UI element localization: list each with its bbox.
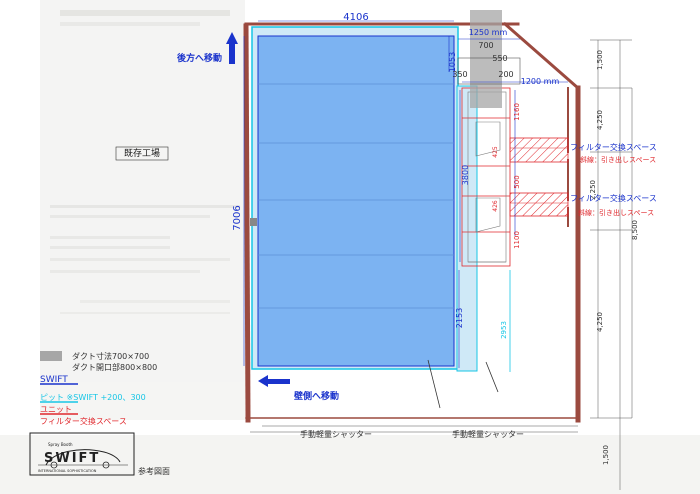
footer-area bbox=[0, 435, 700, 494]
dim-r1500-bottom: 1,500 bbox=[602, 445, 610, 465]
booth-marker bbox=[250, 218, 257, 226]
dim-r1500-top: 1,500 bbox=[596, 50, 604, 70]
dim-200: 200 bbox=[498, 70, 513, 79]
dim-top-width: 4106 bbox=[343, 12, 368, 23]
dim-2153: 2153 bbox=[455, 308, 464, 328]
dim-500: 500 bbox=[513, 175, 521, 188]
dim-426: 426 bbox=[492, 200, 499, 212]
shutter-left-label: 手動軽量シャッター bbox=[300, 429, 372, 439]
pullout-space-2-label: 斜線：引き出しスペース bbox=[578, 208, 654, 217]
move-wall-label: 壁側へ移動 bbox=[294, 390, 339, 402]
dim-700: 700 bbox=[478, 41, 493, 50]
dim-350: 350 bbox=[452, 70, 467, 79]
dim-425: 425 bbox=[492, 146, 499, 158]
reference-label: 参考図面 bbox=[138, 466, 170, 476]
arrow-wall-icon bbox=[258, 375, 290, 387]
dim-r4250-b: 4,250 bbox=[596, 312, 604, 332]
dim-r4250-a: 4,250 bbox=[596, 110, 604, 130]
dim-1100: 1100 bbox=[513, 231, 521, 249]
shutter-right-label: 手動軽量シャッター bbox=[452, 429, 524, 439]
legend-unit: ユニット bbox=[40, 405, 72, 414]
dim-1160: 1160 bbox=[513, 103, 521, 121]
existing-factory-label: 既存工場 bbox=[124, 147, 160, 159]
dim-3800: 3800 bbox=[461, 165, 470, 185]
legend-unit-filter: フィルター交換スペース bbox=[40, 416, 127, 426]
legend-duct-swatch bbox=[40, 351, 62, 361]
swift-booth bbox=[257, 35, 455, 367]
pullout-space-1-label: 斜線：引き出しスペース bbox=[580, 155, 656, 164]
legend-duct-size: ダクト寸法700×700 bbox=[72, 351, 149, 361]
legend-swift: SWIFT bbox=[40, 375, 68, 385]
filter-space-1-label: フィルター交換スペース bbox=[570, 142, 657, 152]
dim-left-height: 7006 bbox=[232, 205, 243, 230]
floor-plan-drawing: 既存工場 後方へ移動 壁側へ移動 4106 7006 1250 mm 700 5… bbox=[0, 0, 700, 494]
dim-1200: 1200 mm bbox=[521, 77, 560, 86]
dim-550: 550 bbox=[492, 54, 507, 63]
logo-sub: Spray Booth bbox=[48, 442, 73, 447]
logo-name: SWIFT bbox=[44, 451, 100, 466]
right-dimension-lines bbox=[590, 39, 633, 490]
legend-duct-opening: ダクト開口部800×800 bbox=[72, 362, 157, 372]
floor-plan-canvas: 既存工場 後方へ移動 壁側へ移動 4106 7006 1250 mm 700 5… bbox=[0, 0, 700, 494]
dim-1250: 1250 mm bbox=[469, 28, 508, 37]
pullout-space-1 bbox=[509, 137, 569, 163]
filter-space-2-label: フィルター交換スペース bbox=[570, 193, 657, 203]
dim-r8500: 8,500 bbox=[631, 220, 639, 240]
pullout-space-2 bbox=[509, 192, 569, 217]
logo-tagline: INTERNATIONAL SOPHISTICATION bbox=[38, 469, 97, 473]
move-back-label: 後方へ移動 bbox=[177, 52, 222, 64]
legend-pit: ピット ※SWIFT +200、300 bbox=[40, 393, 146, 402]
dim-2953: 2953 bbox=[500, 321, 508, 339]
